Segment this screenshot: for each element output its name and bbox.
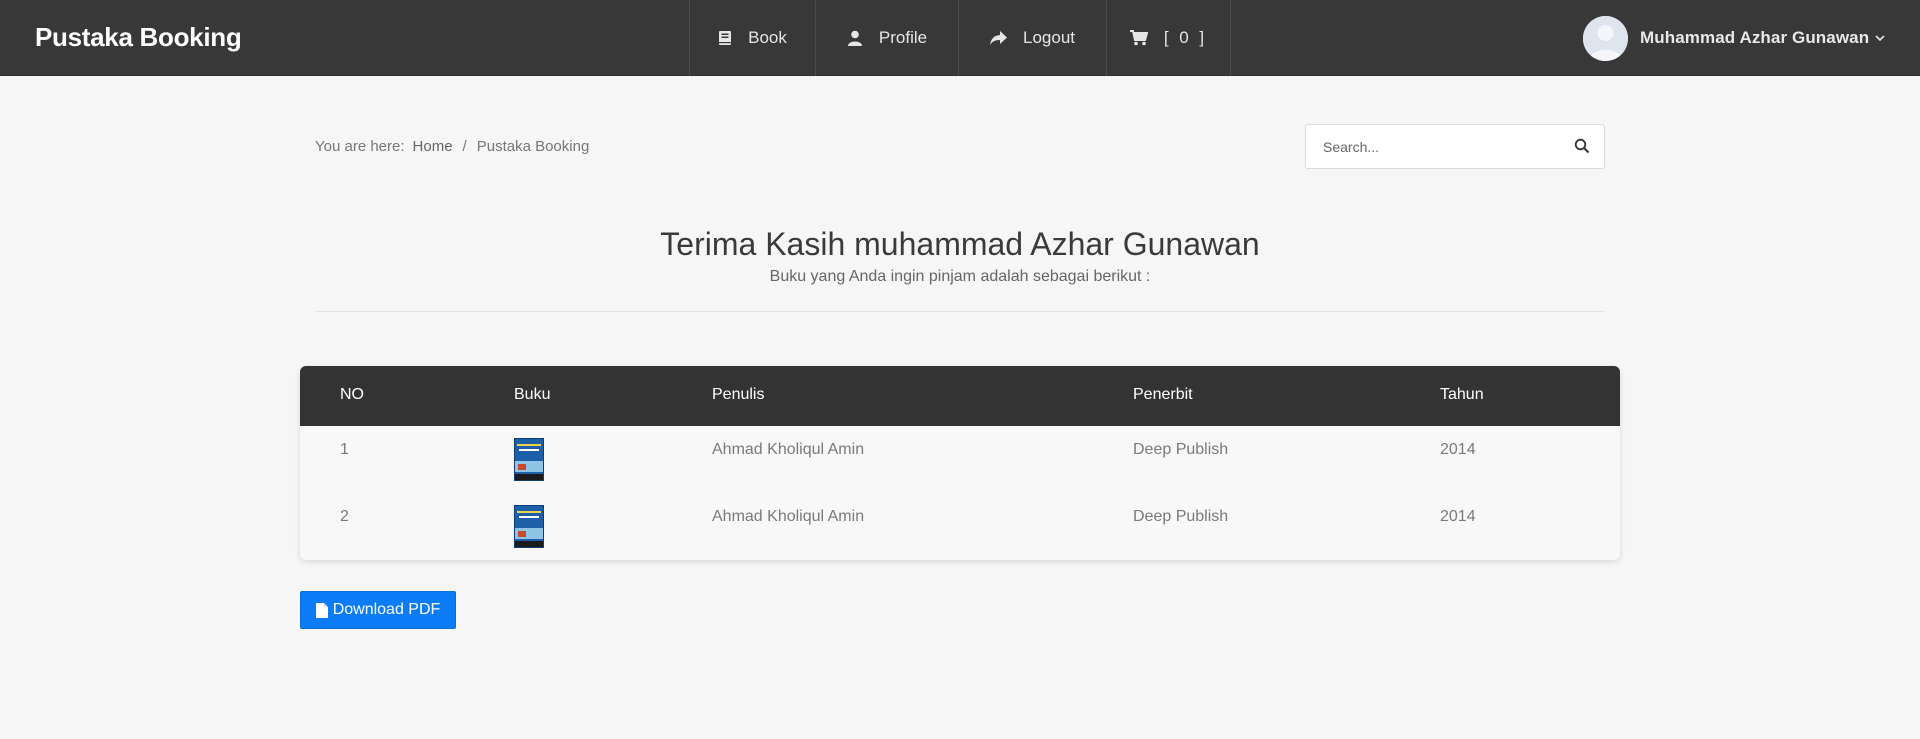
nav-profile-label: Profile xyxy=(878,28,928,47)
search-input[interactable] xyxy=(1306,138,1556,155)
user-menu[interactable]: Muhammad Azhar Gunawan xyxy=(1583,15,1885,61)
header-penerbit: Penerbit xyxy=(1133,386,1193,403)
download-pdf-button[interactable]: Download PDF xyxy=(300,591,456,629)
cart-count: [ 0 ] xyxy=(1163,28,1208,47)
breadcrumb-prefix: You are here: xyxy=(315,138,405,155)
nav-profile[interactable]: Profile xyxy=(816,0,959,76)
cell-penerbit: Deep Publish xyxy=(1133,441,1229,458)
nav-cart[interactable]: [ 0 ] xyxy=(1107,0,1231,76)
nav-logout-label: Logout xyxy=(1023,28,1075,47)
cart-icon xyxy=(1129,30,1148,46)
cell-penulis: Ahmad Kholiqul Amin xyxy=(712,508,865,525)
booking-table: NO Buku Penulis Penerbit Tahun 1 Ahmad K… xyxy=(300,366,1620,560)
brand-logo[interactable]: Pustaka Booking xyxy=(35,22,242,53)
cell-tahun: 2014 xyxy=(1440,441,1476,458)
divider xyxy=(315,311,1605,312)
file-icon xyxy=(315,602,328,618)
nav-book-label: Book xyxy=(748,28,787,47)
page-title: Terima Kasih muhammad Azhar Gunawan xyxy=(660,226,1260,262)
download-pdf-label: Download PDF xyxy=(332,601,441,618)
book-cover-image xyxy=(514,505,544,548)
cell-penerbit: Deep Publish xyxy=(1133,508,1229,525)
header-penulis: Penulis xyxy=(712,386,765,403)
cell-tahun: 2014 xyxy=(1440,508,1476,525)
breadcrumb: You are here: Home / Pustaka Booking xyxy=(315,138,589,155)
breadcrumb-current: Pustaka Booking xyxy=(476,138,590,155)
search-icon xyxy=(1574,138,1590,154)
cell-no: 2 xyxy=(340,508,349,525)
cell-penulis: Ahmad Kholiqul Amin xyxy=(712,441,865,458)
user-name: Muhammad Azhar Gunawan xyxy=(1640,28,1870,47)
page-subtitle: Buku yang Anda ingin pinjam adalah sebag… xyxy=(769,268,1151,285)
avatar xyxy=(1583,15,1628,61)
top-navbar: Pustaka Booking Book Profile Logout [0 … xyxy=(0,0,1920,76)
book-icon xyxy=(719,31,732,45)
chevron-down-icon xyxy=(1875,34,1885,41)
avatar-person-icon xyxy=(1583,15,1628,61)
header-buku: Buku xyxy=(514,386,551,403)
share-arrow-icon xyxy=(990,30,1007,45)
table-row: 2 Ahmad Kholiqul Amin Deep Publish 2014 xyxy=(300,493,1620,560)
table-header: NO Buku Penulis Penerbit Tahun xyxy=(300,366,1620,426)
user-icon xyxy=(847,30,862,46)
nav-book[interactable]: Book xyxy=(690,0,816,76)
book-cover-image xyxy=(514,438,544,481)
search-button[interactable] xyxy=(1574,138,1590,159)
table-row: 1 Ahmad Kholiqul Amin Deep Publish 2014 xyxy=(300,426,1620,493)
nav-logout[interactable]: Logout xyxy=(959,0,1107,76)
main-nav: Book Profile Logout [ 0 ] xyxy=(689,0,1231,76)
header-no: NO xyxy=(340,386,364,403)
breadcrumb-separator: / xyxy=(462,138,467,155)
breadcrumb-home[interactable]: Home xyxy=(413,138,453,155)
header-tahun: Tahun xyxy=(1440,386,1484,403)
search-box xyxy=(1305,124,1605,169)
cell-no: 1 xyxy=(340,441,349,458)
